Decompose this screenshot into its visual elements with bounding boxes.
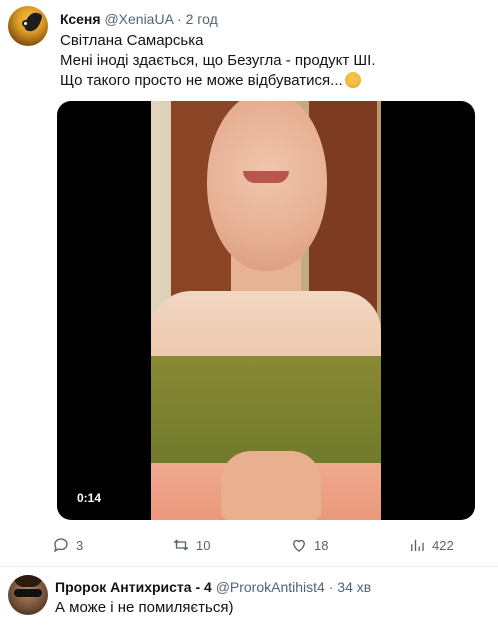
views-count: 422 <box>432 537 454 553</box>
tweet-text-line-3: Що такого просто не може відбуватися... <box>60 71 480 91</box>
reply-text: А може і не помиляється) <box>55 599 234 616</box>
reply-button[interactable]: 3 <box>52 535 83 555</box>
bar-chart-icon <box>411 539 424 551</box>
reply-separator: · <box>328 579 334 595</box>
video-sweater-top <box>151 291 381 361</box>
tweet-text-line-1: Світлана Самарська <box>60 32 204 49</box>
like-button[interactable]: 18 <box>290 535 328 555</box>
video-timecode: 0:14 <box>77 491 102 505</box>
tweet-text-line-3-text: Що такого просто не може відбуватися... <box>60 72 343 89</box>
woman-facepalming-emoji-icon <box>344 72 361 88</box>
tweet-text-line-2: Мені іноді здається, що Безугла - продук… <box>60 52 376 69</box>
author-name[interactable]: Ксеня <box>60 11 101 27</box>
avatar-eye <box>22 20 29 27</box>
video-hands <box>221 451 321 520</box>
reply-author-handle[interactable]: @ProrokAntihist4 <box>216 579 325 595</box>
author-handle[interactable]: @XeniaUA <box>104 11 173 27</box>
reply-author-avatar[interactable] <box>8 575 48 615</box>
reply-author-name[interactable]: Пророк Антихриста - 4 <box>55 579 212 595</box>
like-count: 18 <box>314 537 329 553</box>
reply-header: Пророк Антихриста - 4 @ProrokAntihist4 ·… <box>55 579 371 595</box>
header-separator: · <box>177 11 182 27</box>
tweet-header: Ксеня @XeniaUA · 2 год <box>60 11 218 27</box>
tweet-text: Світлана Самарська Мені іноді здається, … <box>60 31 480 91</box>
video-frame <box>151 101 381 520</box>
tweet-actions: 3 10 18 422 <box>52 535 472 555</box>
views-button[interactable]: 422 <box>408 535 454 555</box>
retweet-count: 10 <box>196 537 211 553</box>
video-sweater-green-stripe <box>151 356 381 466</box>
heart-icon <box>293 539 305 552</box>
video-player[interactable]: 0:14 <box>57 101 475 520</box>
author-avatar[interactable] <box>8 6 48 46</box>
video-mouth <box>243 171 289 183</box>
retweet-icon <box>173 539 189 551</box>
tweet-time[interactable]: 2 год <box>186 11 218 27</box>
tweet-divider <box>0 566 498 567</box>
retweet-button[interactable]: 10 <box>172 535 210 555</box>
reply-count: 3 <box>76 537 84 553</box>
reply-icon <box>53 538 68 553</box>
avatar-glasses <box>14 589 42 597</box>
reply-tweet[interactable]: Пророк Антихриста - 4 @ProrokAntihist4 ·… <box>0 570 498 630</box>
avatar-hair <box>14 575 42 587</box>
video-face <box>207 101 327 271</box>
reply-time[interactable]: 34 хв <box>337 579 371 595</box>
